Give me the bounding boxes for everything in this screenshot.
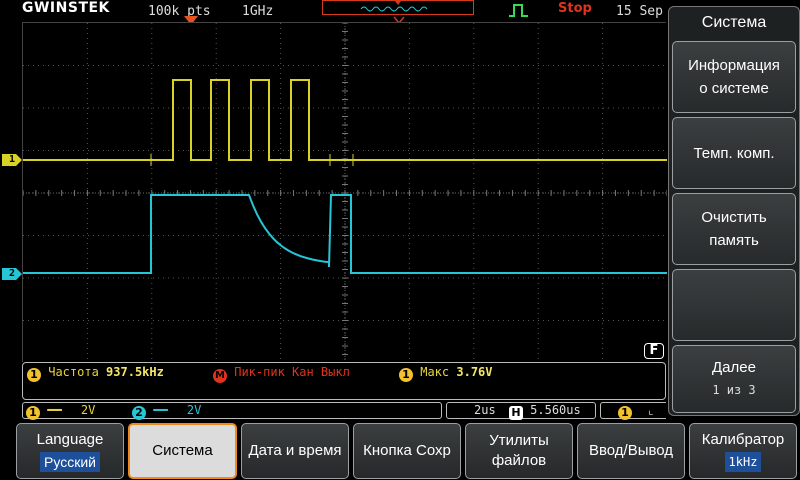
trigger-group[interactable]: 1 ⌞ [618, 403, 654, 420]
dc-coupling-icon: ━━ [47, 403, 62, 417]
horizontal-position: 5.560us [530, 403, 581, 417]
record-length: 100k pts [148, 4, 211, 19]
sample-rate: 1GHz [242, 4, 274, 19]
bottom-menu: Language Русский Система Дата и время Кн… [0, 420, 800, 480]
trigger-slope-icon: ⌞ [647, 403, 655, 417]
date-time-button[interactable]: Дата и время [241, 423, 349, 479]
calibrator-label: Калибратор [701, 431, 785, 448]
more-label: Далее [712, 359, 756, 376]
measurement-frequency-value: 937.5kHz [106, 365, 164, 379]
system-label: Система [152, 442, 213, 459]
ch1-position-marker[interactable]: 1 [2, 154, 22, 166]
save-key-label: Кнопка Сохр [363, 442, 451, 459]
waveform-display[interactable] [22, 22, 667, 363]
save-key-button[interactable]: Кнопка Сохр [353, 423, 461, 479]
file-utilities-label-1: Утилиты [489, 432, 549, 449]
ch2-scale: 2V [186, 403, 202, 417]
ch1-icon: 1 [26, 406, 40, 420]
memory-waveform-icon [360, 1, 428, 12]
ch2-position-marker[interactable]: 2 [2, 268, 22, 280]
clear-memory-button[interactable]: Очистить память [672, 193, 796, 265]
ch2-scale-group[interactable]: 2 ━━ 2V [132, 403, 201, 420]
temp-comp-button[interactable]: Темп. комп. [672, 117, 796, 189]
measurement-frequency: 1 Частота 937.5kHz [27, 365, 164, 382]
math-source-icon: M [213, 369, 227, 383]
date-display: 15 Sep [616, 4, 663, 19]
side-menu-title: Система [701, 14, 767, 31]
system-button[interactable]: Система [128, 423, 237, 479]
top-status-bar: GWINSTEK 100k pts 1GHz Stop 15 Sep [0, 0, 668, 22]
brand-logo: GWINSTEK [22, 0, 110, 16]
side-menu: Система Информация о системе Темп. комп.… [668, 6, 800, 416]
trigger-edge-icon [509, 4, 528, 17]
dc-coupling-icon: ━━ [153, 403, 168, 417]
measurement-frequency-label: Частота [48, 365, 99, 379]
language-label: Language [36, 431, 104, 448]
run-state[interactable]: Stop [558, 1, 592, 16]
horizontal-position-icon: H [508, 406, 523, 420]
file-utilities-label-2: файлов [491, 452, 547, 469]
measurement-peak-to-peak: M Пик-пик Кан Выкл [213, 365, 350, 383]
language-value: Русский [40, 452, 100, 472]
ch1-source-icon: 1 [27, 368, 41, 382]
timebase-scale: 2us [474, 403, 496, 417]
ch1-scale: 2V [80, 403, 96, 417]
calibrator-button[interactable]: Калибратор 1kHz [689, 423, 797, 479]
system-info-button[interactable]: Информация о системе [672, 41, 796, 113]
ch2-icon: 2 [132, 406, 146, 420]
measurement-panel: 1 Частота 937.5kHz M Пик-пик Кан Выкл 1 … [22, 362, 666, 400]
trigger-source-icon: 1 [618, 406, 632, 420]
ch1-source-icon: 1 [399, 368, 413, 382]
more-button[interactable]: Далее 1 из 3 [672, 345, 796, 413]
clear-memory-label-1: Очистить [701, 209, 767, 226]
ch1-scale-group[interactable]: 1 ━━ 2V [26, 403, 95, 420]
system-info-label-1: Информация [688, 57, 780, 74]
io-label: Ввод/Вывод [588, 442, 674, 459]
empty-side-button[interactable] [672, 269, 796, 341]
date-time-label: Дата и время [248, 442, 342, 459]
channel-status-bar: 1 ━━ 2V 2 ━━ 2V 2us H 5.560us 1 ⌞ [22, 401, 666, 420]
temp-comp-label: Темп. комп. [693, 144, 775, 162]
measurement-max: 1 Макс 3.76V [399, 365, 493, 382]
clear-memory-label-2: память [709, 232, 759, 249]
memory-bar [322, 0, 474, 15]
calibrator-value: 1kHz [724, 452, 762, 472]
timebase-group[interactable]: 2us H 5.560us [474, 403, 581, 420]
graticule [23, 23, 667, 363]
io-button[interactable]: Ввод/Вывод [577, 423, 685, 479]
measurement-max-label: Макс [420, 365, 450, 379]
measurement-peak-to-peak-label: Пик-пик Кан Выкл [234, 365, 350, 379]
fine-mode-badge: F [644, 343, 664, 359]
language-button[interactable]: Language Русский [16, 423, 124, 479]
measurement-max-value: 3.76V [456, 365, 493, 379]
page-indicator: 1 из 3 [712, 383, 756, 397]
file-utilities-button[interactable]: Утилиты файлов [465, 423, 573, 479]
system-info-label-2: о системе [699, 80, 769, 97]
